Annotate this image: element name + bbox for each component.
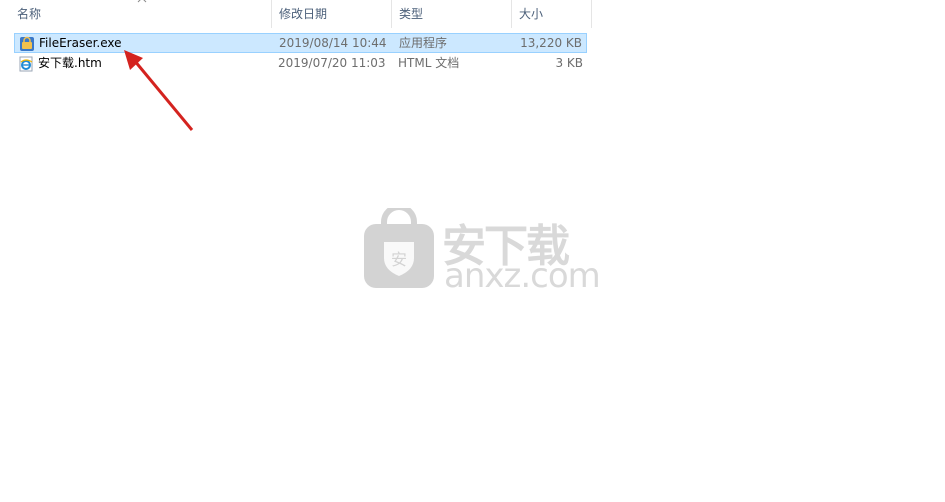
watermark-domain: anxz.com — [444, 256, 601, 296]
shopping-bag-icon: 安 — [364, 208, 434, 288]
watermark-logo: 安 安下载 anxz.com — [362, 208, 601, 296]
watermark-badge: 安 — [391, 250, 407, 269]
